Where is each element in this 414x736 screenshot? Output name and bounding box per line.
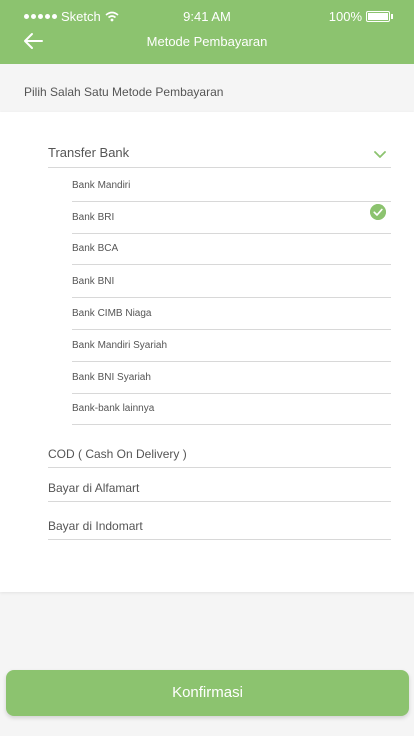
bank-option-bca[interactable]: Bank BCA <box>72 240 391 265</box>
chevron-down-icon <box>374 151 386 158</box>
method-indomart[interactable]: Bayar di Indomart <box>48 517 391 540</box>
bank-option-label: Bank CIMB Niaga <box>72 308 152 319</box>
bank-option-mandiri[interactable]: Bank Mandiri <box>72 177 391 202</box>
method-alfamart[interactable]: Bayar di Alfamart <box>48 479 391 502</box>
bank-option-label: Bank BNI Syariah <box>72 372 151 383</box>
payment-methods-card: Transfer Bank Bank Mandiri Bank BRI Bank… <box>0 112 414 592</box>
confirm-button[interactable]: Konfirmasi <box>6 670 409 716</box>
method-label: COD ( Cash On Delivery ) <box>48 447 187 461</box>
app-header: Sketch 9:41 AM 100% Metode Pembayaran <box>0 0 414 64</box>
method-label: Bayar di Indomart <box>48 519 143 533</box>
bank-option-bri[interactable]: Bank BRI <box>72 204 391 234</box>
bank-option-others[interactable]: Bank-bank lainnya <box>72 400 391 425</box>
method-cod[interactable]: COD ( Cash On Delivery ) <box>48 445 391 468</box>
check-circle-icon <box>370 204 386 220</box>
transfer-bank-toggle[interactable]: Transfer Bank <box>48 145 391 168</box>
page-title: Metode Pembayaran <box>146 34 268 49</box>
section-subtitle: Pilih Salah Satu Metode Pembayaran <box>24 85 224 99</box>
battery-icon <box>366 11 393 22</box>
battery-indicator: 100% <box>328 9 393 24</box>
bank-option-label: Bank BNI <box>72 276 115 287</box>
bank-option-label: Bank BRI <box>72 212 115 223</box>
bank-option-cimb-niaga[interactable]: Bank CIMB Niaga <box>72 305 391 330</box>
status-bar: Sketch 9:41 AM 100% <box>0 0 414 32</box>
bank-option-label: Bank-bank lainnya <box>72 403 155 414</box>
bank-option-label: Bank Mandiri <box>72 180 131 191</box>
nav-bar: Metode Pembayaran <box>0 32 414 64</box>
battery-percent: 100% <box>328 9 362 24</box>
transfer-bank-label: Transfer Bank <box>48 145 130 160</box>
bank-option-mandiri-syariah[interactable]: Bank Mandiri Syariah <box>72 337 391 362</box>
bank-option-bni[interactable]: Bank BNI <box>72 273 391 298</box>
bank-option-label: Bank BCA <box>72 243 119 254</box>
bank-option-label: Bank Mandiri Syariah <box>72 340 168 351</box>
method-label: Bayar di Alfamart <box>48 481 140 495</box>
bank-option-bni-syariah[interactable]: Bank BNI Syariah <box>72 369 391 394</box>
